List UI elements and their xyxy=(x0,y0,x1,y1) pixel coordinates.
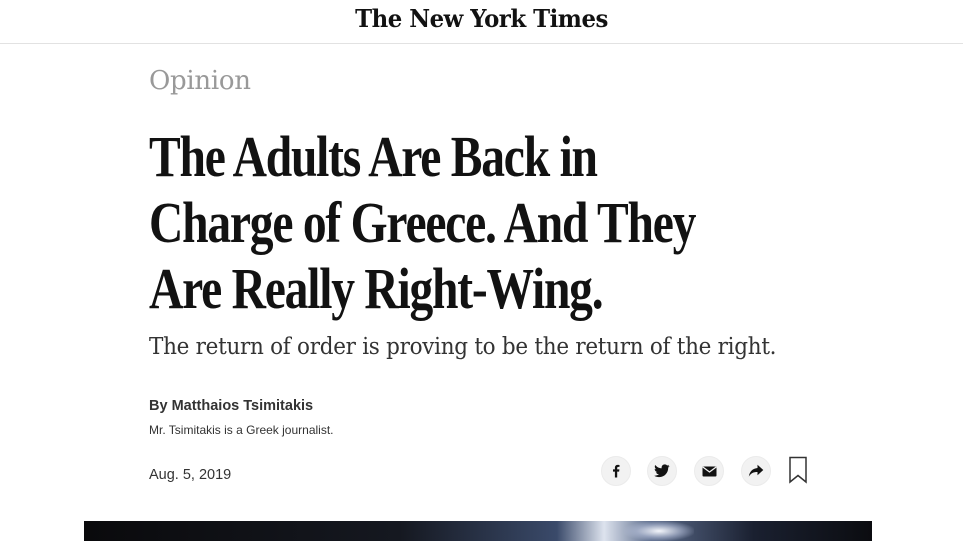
facebook-share-button[interactable] xyxy=(601,456,631,486)
twitter-share-button[interactable] xyxy=(647,456,677,486)
share-arrow-icon xyxy=(748,464,764,478)
more-share-button[interactable] xyxy=(741,456,771,486)
author-bio: Mr. Tsimitakis is a Greek journalist. xyxy=(149,423,334,437)
nyt-logo[interactable]: The New York Times xyxy=(24,4,939,33)
save-article-button[interactable] xyxy=(786,456,810,489)
lead-image xyxy=(84,521,872,541)
publish-date: Aug. 5, 2019 xyxy=(149,467,232,483)
twitter-icon xyxy=(654,464,670,478)
email-share-button[interactable] xyxy=(694,456,724,486)
headline-line: Charge of Greece. And They xyxy=(149,190,696,255)
facebook-icon xyxy=(609,464,623,478)
masthead: The New York Times xyxy=(0,0,963,44)
section-kicker[interactable]: Opinion xyxy=(149,66,251,96)
headline-line: The Adults Are Back in xyxy=(149,124,598,189)
article-summary: The return of order is proving to be the… xyxy=(149,334,777,360)
article-headline: The Adults Are Back in Charge of Greece.… xyxy=(149,124,696,322)
byline[interactable]: By Matthaios Tsimitakis xyxy=(149,398,313,414)
bookmark-icon xyxy=(788,456,808,489)
email-icon xyxy=(701,465,717,477)
headline-line: Are Really Right-Wing. xyxy=(149,256,604,321)
